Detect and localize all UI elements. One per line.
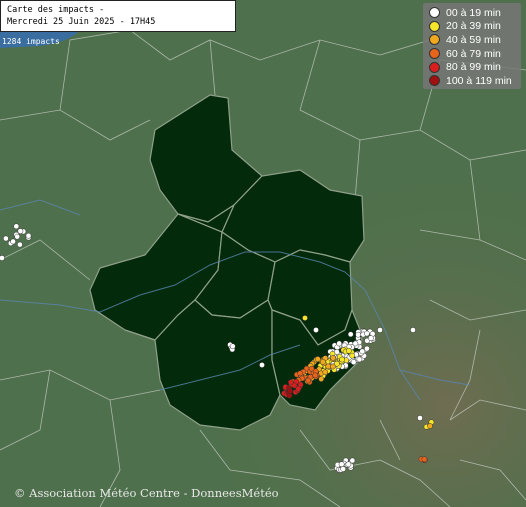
legend-label: 80 à 99 min	[446, 61, 501, 74]
impact-point	[320, 359, 326, 365]
map-credit: © Association Météo Centre - DonneesMété…	[14, 486, 279, 500]
impact-point	[364, 345, 370, 352]
legend-label: 40 à 59 min	[446, 33, 501, 46]
impact-point	[17, 228, 24, 234]
impact-point	[350, 359, 357, 365]
legend-item: 80 à 99 min	[429, 60, 521, 74]
map-title-box: Carte des impacts - Mercredi 25 Juin 202…	[0, 0, 236, 32]
impact-point	[339, 356, 345, 363]
impact-point	[329, 363, 336, 370]
impact-point	[338, 461, 345, 468]
impact-point	[297, 370, 303, 377]
legend-dot	[429, 48, 440, 60]
impact-point	[297, 381, 304, 388]
legend-dot	[429, 20, 440, 32]
impact-point	[345, 347, 352, 354]
time-legend: 00 à 19 min 20 à 39 min 40 à 59 min 60 à…	[423, 3, 521, 89]
impact-point	[229, 343, 236, 350]
legend-item: 00 à 19 min	[429, 6, 521, 20]
legend-item: 100 à 119 min	[429, 74, 521, 88]
impact-point	[352, 340, 359, 347]
impact-point	[313, 327, 319, 333]
impact-point	[305, 377, 312, 384]
impact-point	[330, 354, 336, 361]
impact-point	[427, 423, 433, 429]
impact-point	[410, 327, 416, 333]
impact-point	[368, 335, 374, 341]
impact-point	[259, 362, 265, 368]
impact-point	[421, 456, 428, 463]
legend-dot	[429, 61, 440, 73]
impact-point	[349, 457, 356, 464]
impact-point	[287, 388, 293, 394]
legend-dot	[429, 75, 440, 87]
legend-item: 60 à 79 min	[429, 47, 521, 61]
impact-point	[336, 340, 343, 347]
legend-item: 40 à 59 min	[429, 33, 521, 47]
legend-label: 100 à 119 min	[446, 74, 512, 87]
impact-point	[356, 356, 363, 363]
impact-point	[3, 235, 9, 242]
impact-point	[0, 255, 5, 261]
title-line-2: Mercredi 25 Juin 2025 - 17H45	[7, 17, 156, 27]
impact-point	[349, 352, 356, 359]
legend-item: 20 à 39 min	[429, 20, 521, 34]
impact-point	[345, 461, 352, 468]
lightning-map: Carte des impacts - Mercredi 25 Juin 202…	[0, 0, 526, 507]
impact-point	[355, 331, 362, 338]
legend-label: 20 à 39 min	[446, 20, 501, 33]
impact-point	[417, 415, 423, 421]
impact-point	[314, 356, 321, 362]
impact-count: 1284 impacts	[2, 37, 60, 46]
impact-point	[322, 369, 329, 375]
impact-point	[312, 372, 319, 379]
impact-point	[291, 382, 298, 389]
impact-point	[17, 241, 23, 248]
impact-point	[25, 232, 32, 239]
title-line-1: Carte des impacts -	[7, 5, 105, 15]
impact-point	[340, 466, 346, 472]
impact-point	[377, 327, 383, 333]
impact-point	[14, 233, 21, 240]
legend-dot	[429, 34, 440, 46]
impact-point	[13, 223, 20, 230]
impact-point	[302, 315, 308, 321]
impact-point	[10, 238, 16, 245]
impact-point	[347, 331, 354, 338]
legend-label: 60 à 79 min	[446, 47, 501, 60]
legend-label: 00 à 19 min	[446, 6, 501, 19]
impact-point	[363, 330, 370, 337]
impact-point	[359, 348, 366, 355]
legend-dot	[429, 7, 440, 19]
